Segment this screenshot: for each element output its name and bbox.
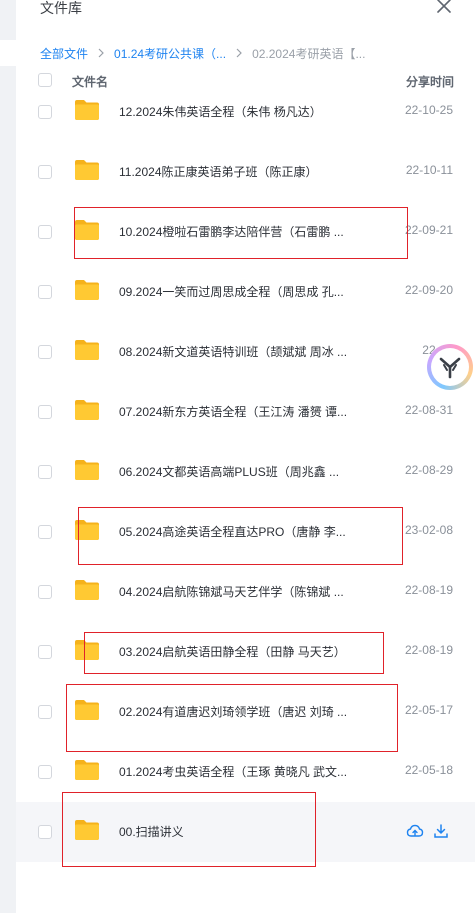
folder-icon — [74, 159, 100, 181]
file-row[interactable]: 03.2024启航英语田静全程（田静 马天艺） 22-08-19 — [16, 622, 475, 682]
file-name[interactable]: 00.扫描讲义 — [119, 823, 184, 840]
file-row[interactable]: 08.2024新文道英语特训班（颉斌斌 周冰 ...22-09 — [16, 322, 475, 382]
file-row[interactable]: 12.2024朱伟英语全程（朱伟 杨凡达） 22-10-25 — [16, 82, 475, 142]
file-share-date: 22-10-25 — [404, 103, 453, 117]
file-share-date: 22-05-17 — [404, 703, 453, 717]
folder-icon — [74, 579, 100, 601]
row-checkbox[interactable] — [38, 585, 52, 599]
row-checkbox[interactable] — [38, 165, 52, 179]
file-name[interactable]: 09.2024一笑而过周思成全程（周思成 孔... — [119, 283, 344, 300]
close-icon[interactable] — [434, 0, 454, 16]
file-row[interactable]: 10.2024橙啦石雷鹏李达陪伴营（石雷鹏 ... 22-09-21 — [16, 202, 475, 262]
row-checkbox[interactable] — [38, 765, 52, 779]
assistant-floating-button[interactable] — [427, 344, 473, 390]
file-name[interactable]: 11.2024陈正康英语弟子班（陈正康） — [119, 163, 318, 180]
file-share-date: 23-02-08 — [404, 523, 453, 537]
row-checkbox[interactable] — [38, 705, 52, 719]
row-checkbox[interactable] — [38, 285, 52, 299]
file-row[interactable]: 01.2024考虫英语全程（王琢 黄晓凡 武文... 22-05-18 — [16, 742, 475, 802]
row-checkbox[interactable] — [38, 825, 52, 839]
file-share-date: 22-09-21 — [404, 223, 453, 237]
file-name[interactable]: 03.2024启航英语田静全程（田静 马天艺） — [119, 643, 346, 660]
row-checkbox[interactable] — [38, 345, 52, 359]
folder-icon — [74, 759, 100, 781]
file-share-date: 22-08-19 — [404, 643, 453, 657]
background-page-bar — [0, 40, 16, 66]
breadcrumb: 全部文件 01.24考研公共课（... 02.2024考研英语【... — [40, 45, 365, 61]
file-share-date: 22-05-18 — [404, 763, 453, 777]
breadcrumb-public-course[interactable]: 01.24考研公共课（... — [114, 45, 226, 62]
breadcrumb-all-files[interactable]: 全部文件 — [40, 45, 88, 62]
chevron-right-icon — [98, 48, 104, 58]
row-checkbox[interactable] — [38, 105, 52, 119]
file-row[interactable]: 07.2024新东方英语全程（王江涛 潘赟 谭... 22-08-31 — [16, 382, 475, 442]
file-name[interactable]: 06.2024文都英语高端PLUS班（周兆鑫 ... — [119, 463, 339, 480]
file-name[interactable]: 10.2024橙啦石雷鹏李达陪伴营（石雷鹏 ... — [119, 223, 344, 240]
folder-icon — [74, 639, 100, 661]
folder-icon — [74, 339, 100, 361]
file-name[interactable]: 02.2024有道唐迟刘琦领学班（唐迟 刘琦 ... — [119, 703, 347, 720]
folder-icon — [74, 519, 100, 541]
file-share-date: 22-08-19 — [404, 583, 453, 597]
file-share-date: 22-08-29 — [404, 463, 453, 477]
row-checkbox[interactable] — [38, 465, 52, 479]
folder-icon — [74, 279, 100, 301]
folder-icon — [74, 99, 100, 121]
folder-icon — [74, 399, 100, 421]
file-name[interactable]: 04.2024启航陈锦斌马天艺伴学（陈锦斌 ... — [119, 583, 344, 600]
file-share-date: 22-08-31 — [404, 403, 453, 417]
file-share-date: 22-09-20 — [404, 283, 453, 297]
file-row[interactable]: 00.扫描讲义 — [16, 802, 475, 862]
chevron-right-icon — [236, 48, 242, 58]
file-row[interactable]: 04.2024启航陈锦斌马天艺伴学（陈锦斌 ... 22-08-19 — [16, 562, 475, 622]
folder-icon — [74, 819, 100, 841]
assistant-logo-icon — [431, 348, 469, 386]
folder-icon — [74, 219, 100, 241]
row-checkbox[interactable] — [38, 645, 52, 659]
background-page-edge — [0, 0, 16, 913]
file-name[interactable]: 08.2024新文道英语特训班（颉斌斌 周冰 ... — [119, 343, 347, 360]
file-library-panel: 文件库 全部文件 01.24考研公共课（... 02.2024考研英语【... … — [16, 0, 475, 913]
file-row[interactable]: 05.2024高途英语全程直达PRO（唐静 李... 23-02-08 — [16, 502, 475, 562]
file-row[interactable]: 06.2024文都英语高端PLUS班（周兆鑫 ... 22-08-29 — [16, 442, 475, 502]
file-name[interactable]: 05.2024高途英语全程直达PRO（唐静 李... — [119, 523, 346, 540]
row-checkbox[interactable] — [38, 225, 52, 239]
row-checkbox[interactable] — [38, 405, 52, 419]
file-row[interactable]: 02.2024有道唐迟刘琦领学班（唐迟 刘琦 ... 22-05-17 — [16, 682, 475, 742]
folder-icon — [74, 699, 100, 721]
file-name[interactable]: 01.2024考虫英语全程（王琢 黄晓凡 武文... — [119, 763, 347, 780]
folder-icon — [74, 459, 100, 481]
row-checkbox[interactable] — [38, 525, 52, 539]
file-name[interactable]: 07.2024新东方英语全程（王江涛 潘赟 谭... — [119, 403, 347, 420]
cloud-upload-icon[interactable] — [406, 822, 424, 840]
file-share-date: 22-10-11 — [405, 163, 453, 177]
file-name[interactable]: 12.2024朱伟英语全程（朱伟 杨凡达） — [119, 103, 322, 120]
file-row[interactable]: 09.2024一笑而过周思成全程（周思成 孔... 22-09-20 — [16, 262, 475, 322]
breadcrumb-current-folder: 02.2024考研英语【... — [252, 46, 366, 61]
panel-title: 文件库 — [40, 0, 82, 16]
download-icon[interactable] — [432, 822, 450, 840]
file-row[interactable]: 11.2024陈正康英语弟子班（陈正康） 22-10-11 — [16, 142, 475, 202]
